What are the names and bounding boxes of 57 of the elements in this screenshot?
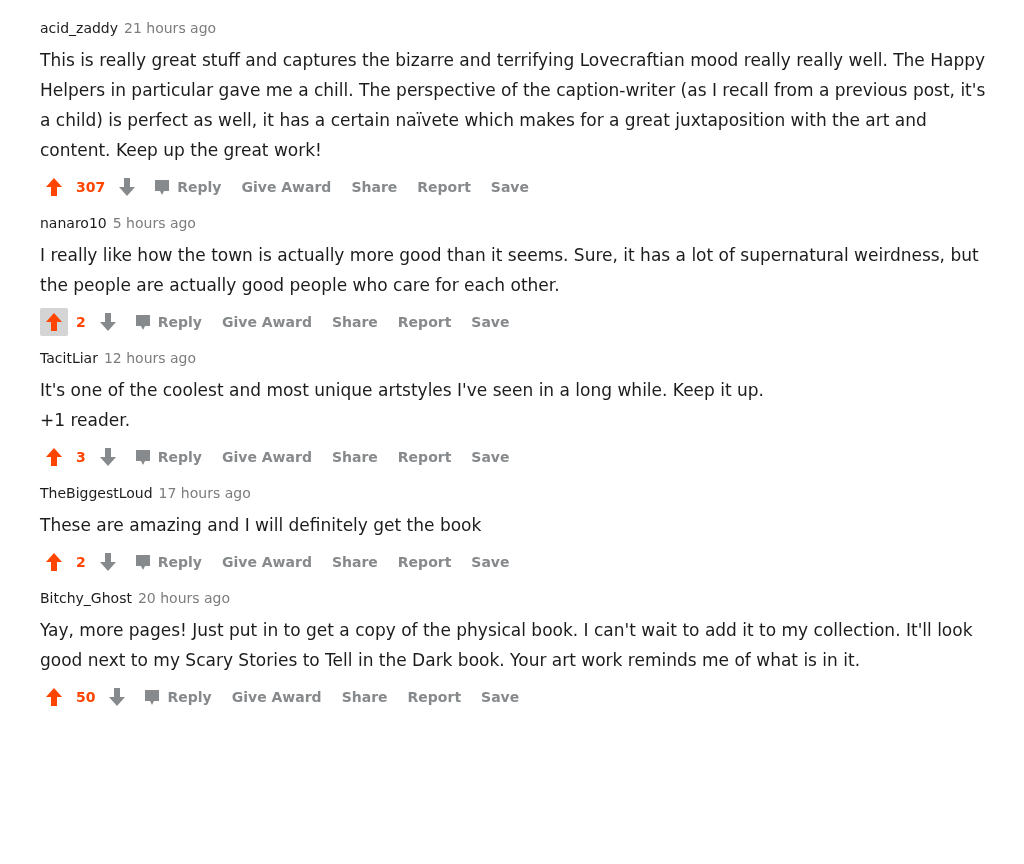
vote-score: 307 — [75, 177, 107, 197]
comment-action-button[interactable]: Report — [389, 548, 460, 576]
comment-action-button[interactable]: Share — [323, 443, 386, 471]
comment-action-button[interactable]: Save — [463, 548, 518, 576]
comment-action-button[interactable]: Give Award — [214, 443, 320, 471]
comment-time[interactable]: 5 hours ago — [112, 213, 196, 234]
comment-action-button[interactable]: Save — [463, 443, 518, 471]
vote-score: 50 — [75, 687, 97, 707]
comment-author[interactable]: TacitLiar — [40, 348, 98, 369]
comment-text: +1 reader. — [40, 409, 132, 432]
comment-time[interactable]: 21 hours ago — [124, 18, 217, 39]
downvote-arrow-icon — [98, 312, 117, 332]
upvote-button[interactable] — [40, 308, 68, 336]
vote-score: 3 — [75, 447, 87, 467]
comment-action-button[interactable]: Give Award — [214, 548, 320, 576]
comment-author[interactable]: acid_zaddy — [40, 18, 119, 39]
comment-action-button[interactable]: Give Award — [233, 173, 340, 201]
reply-button[interactable]: Reply — [125, 443, 210, 471]
comment-text: I really like how the town is actually more good than it seems. Sure, it has a lot of supernatural weirdness, but the people are actually good people who care for each other. — [40, 244, 980, 297]
downvote-arrow-icon — [108, 687, 127, 707]
comment-action-button[interactable]: Save — [482, 173, 537, 201]
vote-score: 2 — [75, 312, 87, 332]
comment-text: These are amazing and I will definitely get the book — [40, 514, 483, 537]
comment-bubble-icon — [153, 178, 172, 196]
comment-bubble-icon — [133, 448, 152, 466]
downvote-arrow-icon — [98, 552, 117, 572]
comment-text: It's one of the coolest and most unique artstyles I've seen in a long while. Keep it up. — [40, 379, 766, 402]
comment-bubble-icon — [143, 688, 162, 706]
downvote-arrow-icon — [118, 177, 137, 197]
comment-action-button[interactable]: Share — [343, 173, 406, 201]
comment-action-button[interactable]: Share — [323, 548, 386, 576]
comment-bubble-icon — [133, 553, 152, 571]
comment-time[interactable]: 20 hours ago — [137, 588, 231, 609]
comment-action-button[interactable]: Save — [463, 308, 518, 336]
comment-action-button[interactable]: Report — [389, 308, 460, 336]
comment-action-button[interactable]: Share — [323, 308, 386, 336]
downvote-arrow-icon — [98, 447, 117, 467]
comment-action-button[interactable]: Give Award — [214, 308, 320, 336]
comment-author[interactable]: nanaro10 — [40, 213, 107, 234]
reply-button[interactable]: Reply — [125, 548, 210, 576]
comment-action-button[interactable]: Save — [473, 683, 528, 711]
comment-text: This is really great stuff and captures the bizarre and terrifying Lovecraftian mood really really well. The Happy Helpers in particular gave me a chill. The perspective of the caption-writer (as I recall from a previous post, it's a child) is perfect as well, it has a certain naïvete which makes for a great juxtaposition with the art and content. Keep up the great work! — [40, 49, 987, 162]
reply-button[interactable]: Reply — [125, 308, 210, 336]
comment-text: Yay, more pages! Just put in to get a copy of the physical book. I can't wait to add it to my collection. It'll look good next to my Scary Stories to Tell in the Dark book. Your art work reminds me of what is in it. — [40, 619, 974, 672]
comment-author[interactable]: TheBiggestLoud — [40, 483, 153, 504]
comment-action-button[interactable]: Share — [333, 683, 396, 711]
comment-author[interactable]: Bitchy_Ghost — [40, 588, 132, 609]
reply-button[interactable]: Reply — [135, 683, 220, 711]
comment-action-button[interactable]: Give Award — [223, 683, 330, 711]
comment-action-button[interactable]: Report — [389, 443, 460, 471]
comment-bubble-icon — [133, 313, 152, 331]
reply-button[interactable]: Reply — [145, 173, 230, 201]
comment-time[interactable]: 17 hours ago — [158, 483, 251, 504]
comment-action-button[interactable]: Report — [399, 683, 470, 711]
comment-action-button[interactable]: Report — [409, 173, 479, 201]
comment-time[interactable]: 12 hours ago — [103, 348, 197, 369]
vote-score: 2 — [75, 552, 87, 572]
